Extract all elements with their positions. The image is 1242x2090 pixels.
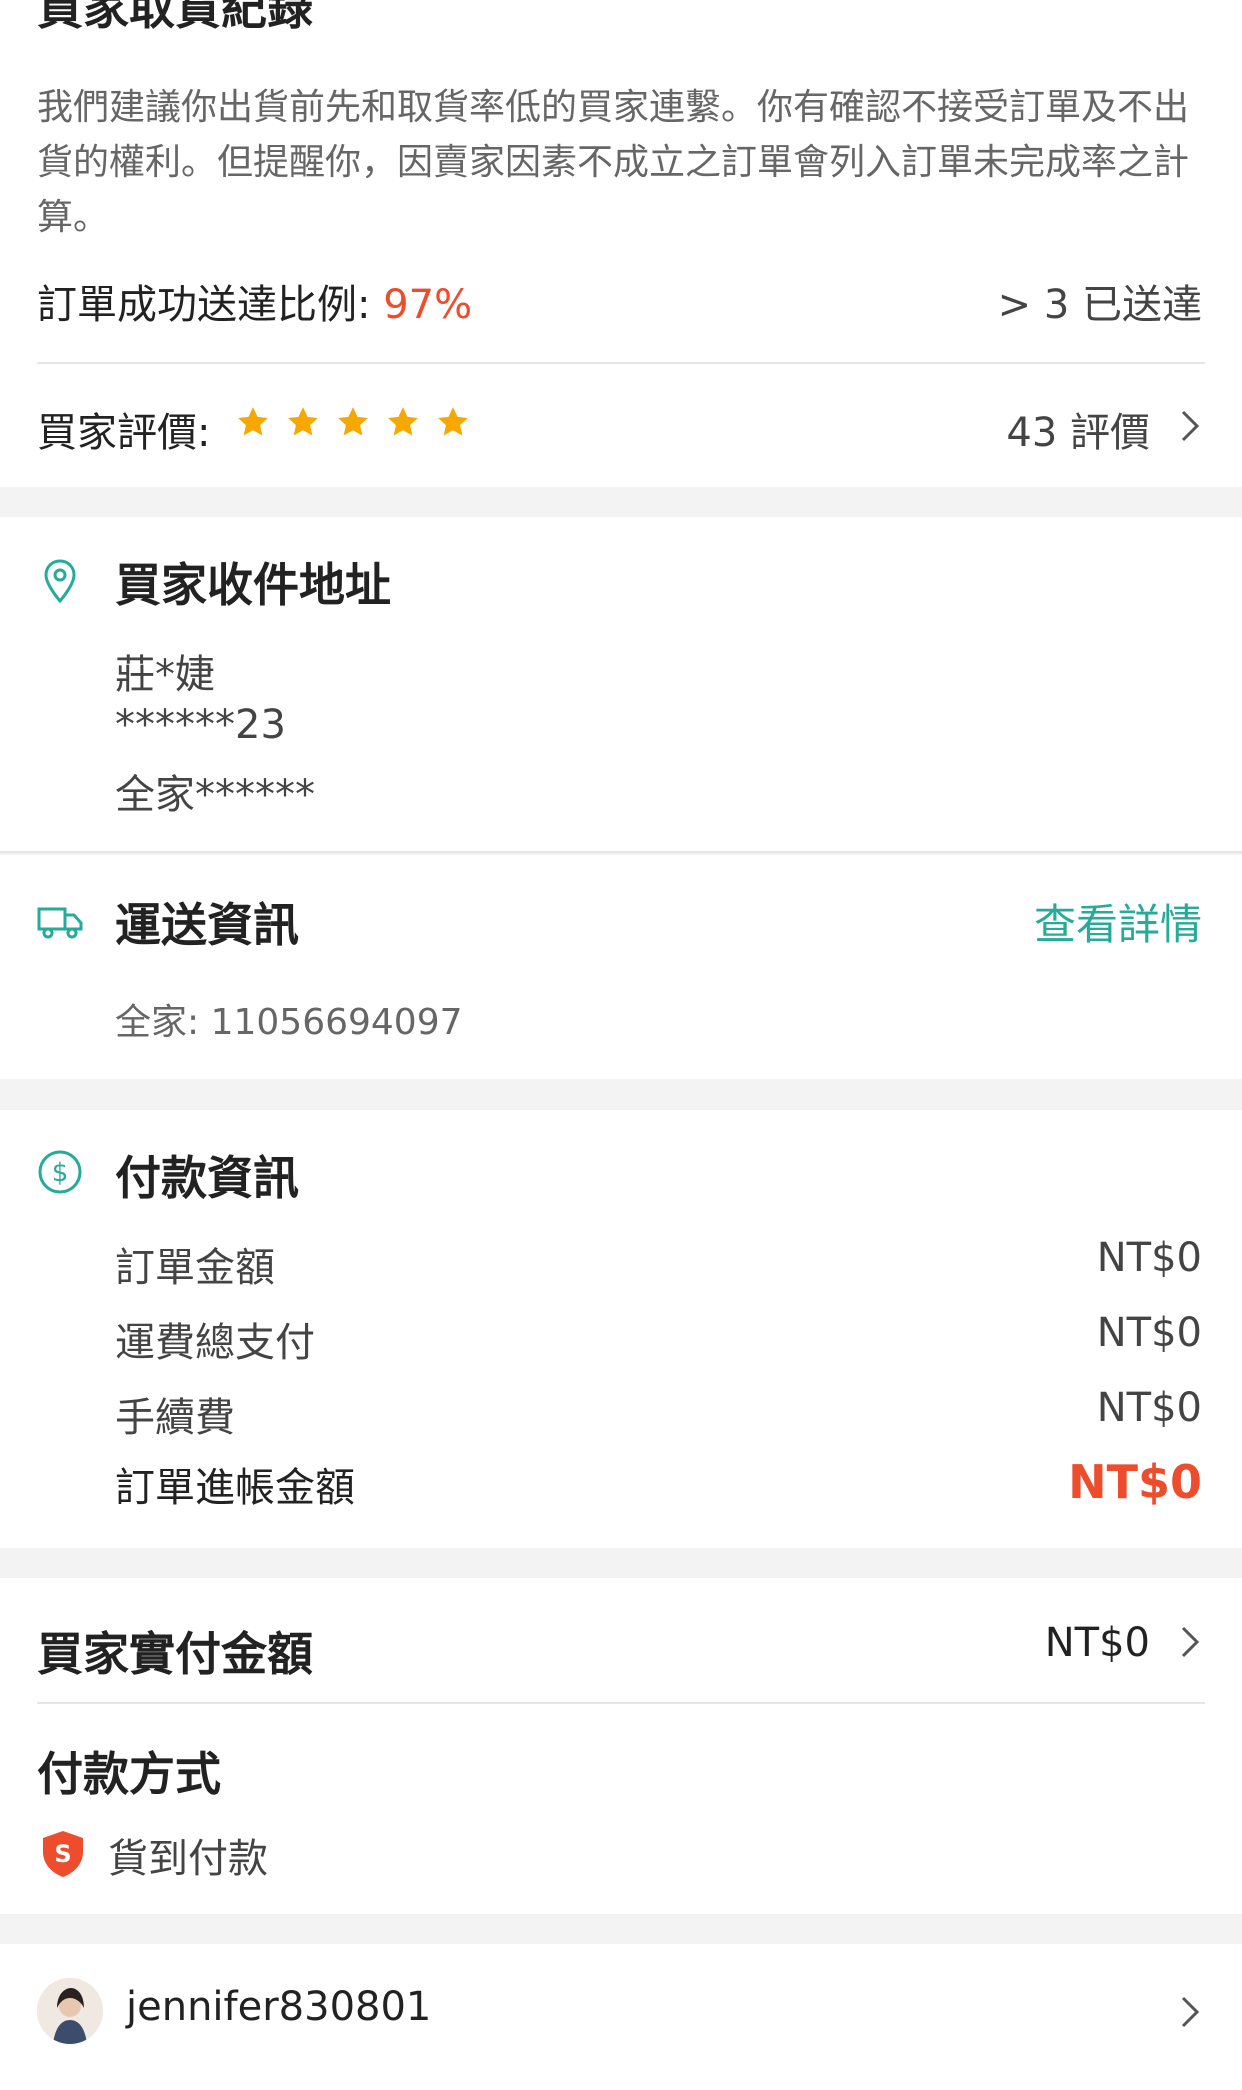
- handling-fee-label: 手續費: [115, 1395, 235, 1441]
- shipping-fee-label: 運費總支付: [115, 1320, 315, 1366]
- order-amount-row: 訂單金額 NT$0: [115, 1235, 1202, 1293]
- shipping-title: 運送資訊: [115, 898, 299, 952]
- handling-fee-value: NT$0: [1096, 1385, 1202, 1431]
- divider: [0, 851, 1242, 853]
- delivery-rate-label: 訂單成功送達比例:: [37, 282, 384, 328]
- address-title: 買家收件地址: [115, 558, 391, 612]
- buyer-rating-label: 買家評價:: [37, 410, 211, 456]
- order-income-label: 訂單進帳金額: [115, 1465, 355, 1511]
- svg-text:S: S: [54, 1840, 71, 1868]
- shield-icon: S: [43, 1831, 83, 1877]
- buyer-record-description: 我們建議你出貨前先和取貨率低的買家連繫。你有確認不接受訂單及不出貨的權利。但提醒…: [37, 87, 1190, 238]
- payment-method-name: 貨到付款: [108, 1836, 268, 1882]
- truck-icon: [37, 907, 83, 939]
- location-pin-icon: [44, 559, 76, 604]
- chevron-right-icon[interactable]: [1175, 406, 1205, 446]
- star-icon: [288, 407, 318, 436]
- star-icon: [338, 407, 368, 436]
- order-income-row: 訂單進帳金額 NT$0: [115, 1455, 1202, 1513]
- order-income-value: NT$0: [1068, 1455, 1202, 1509]
- star-icon: [238, 407, 268, 436]
- buyer-record-title: 買家取貨紀錄: [37, 0, 313, 35]
- payment-info-section: $ 付款資訊 訂單金額 NT$0 運費總支付 NT$0 手續費 NT$0 訂單進…: [0, 1110, 1242, 1548]
- order-amount-value: NT$0: [1096, 1235, 1202, 1281]
- delivery-rate-value: 97%: [383, 282, 473, 328]
- buyer-paid-label[interactable]: 買家實付金額: [37, 1618, 313, 1684]
- avatar-image: [37, 1978, 103, 2044]
- shipping-section: 運送資訊 查看詳情 全家: 11056694097: [0, 855, 1242, 1079]
- avatar: [37, 1978, 103, 2044]
- recipient-store: 全家******: [115, 772, 315, 818]
- chevron-right-icon[interactable]: [1175, 1622, 1205, 1662]
- shipping-fee-row: 運費總支付 NT$0: [115, 1310, 1202, 1368]
- reviews-link[interactable]: 43 評價: [1006, 400, 1150, 458]
- divider: [37, 1702, 1205, 1704]
- payment-method-title: 付款方式: [37, 1747, 221, 1801]
- buyer-address-section: 買家收件地址 莊*婕 ******23 全家******: [0, 517, 1242, 853]
- buyer-paid-section: 買家實付金額 NT$0 付款方式 S 貨到付款: [0, 1578, 1242, 1914]
- dollar-icon: $: [38, 1150, 82, 1194]
- svg-text:$: $: [52, 1158, 69, 1188]
- rating-stars: [236, 405, 470, 439]
- chevron-right-icon[interactable]: [1175, 1992, 1205, 2032]
- handling-fee-row: 手續費 NT$0: [115, 1385, 1202, 1443]
- tracking-number: 全家: 11056694097: [115, 1002, 463, 1043]
- recipient-name: 莊*婕: [115, 652, 215, 698]
- star-icon: [438, 407, 468, 436]
- order-detail-page: 買家取貨紀錄 我們建議你出貨前先和取貨率低的買家連繫。你有確認不接受訂單及不出貨…: [0, 0, 1242, 2090]
- payment-info-title: 付款資訊: [115, 1151, 299, 1205]
- order-amount-label: 訂單金額: [115, 1245, 275, 1291]
- view-details-link[interactable]: 查看詳情: [1034, 891, 1202, 952]
- star-icon: [388, 407, 418, 436]
- delivery-rate: 訂單成功送達比例: 97%: [37, 272, 472, 330]
- buyer-paid-amount[interactable]: NT$0: [1045, 1620, 1150, 1666]
- recipient-phone: ******23: [115, 702, 286, 748]
- buyer-record-section: 買家取貨紀錄 我們建議你出貨前先和取貨率低的買家連繫。你有確認不接受訂單及不出貨…: [0, 0, 1242, 487]
- buyer-user-row[interactable]: jennifer830801: [0, 1944, 1242, 2090]
- buyer-username: jennifer830801: [126, 1984, 432, 2030]
- shipping-fee-value: NT$0: [1096, 1310, 1202, 1356]
- divider: [37, 362, 1205, 364]
- delivered-count: > 3 已送達: [997, 282, 1202, 328]
